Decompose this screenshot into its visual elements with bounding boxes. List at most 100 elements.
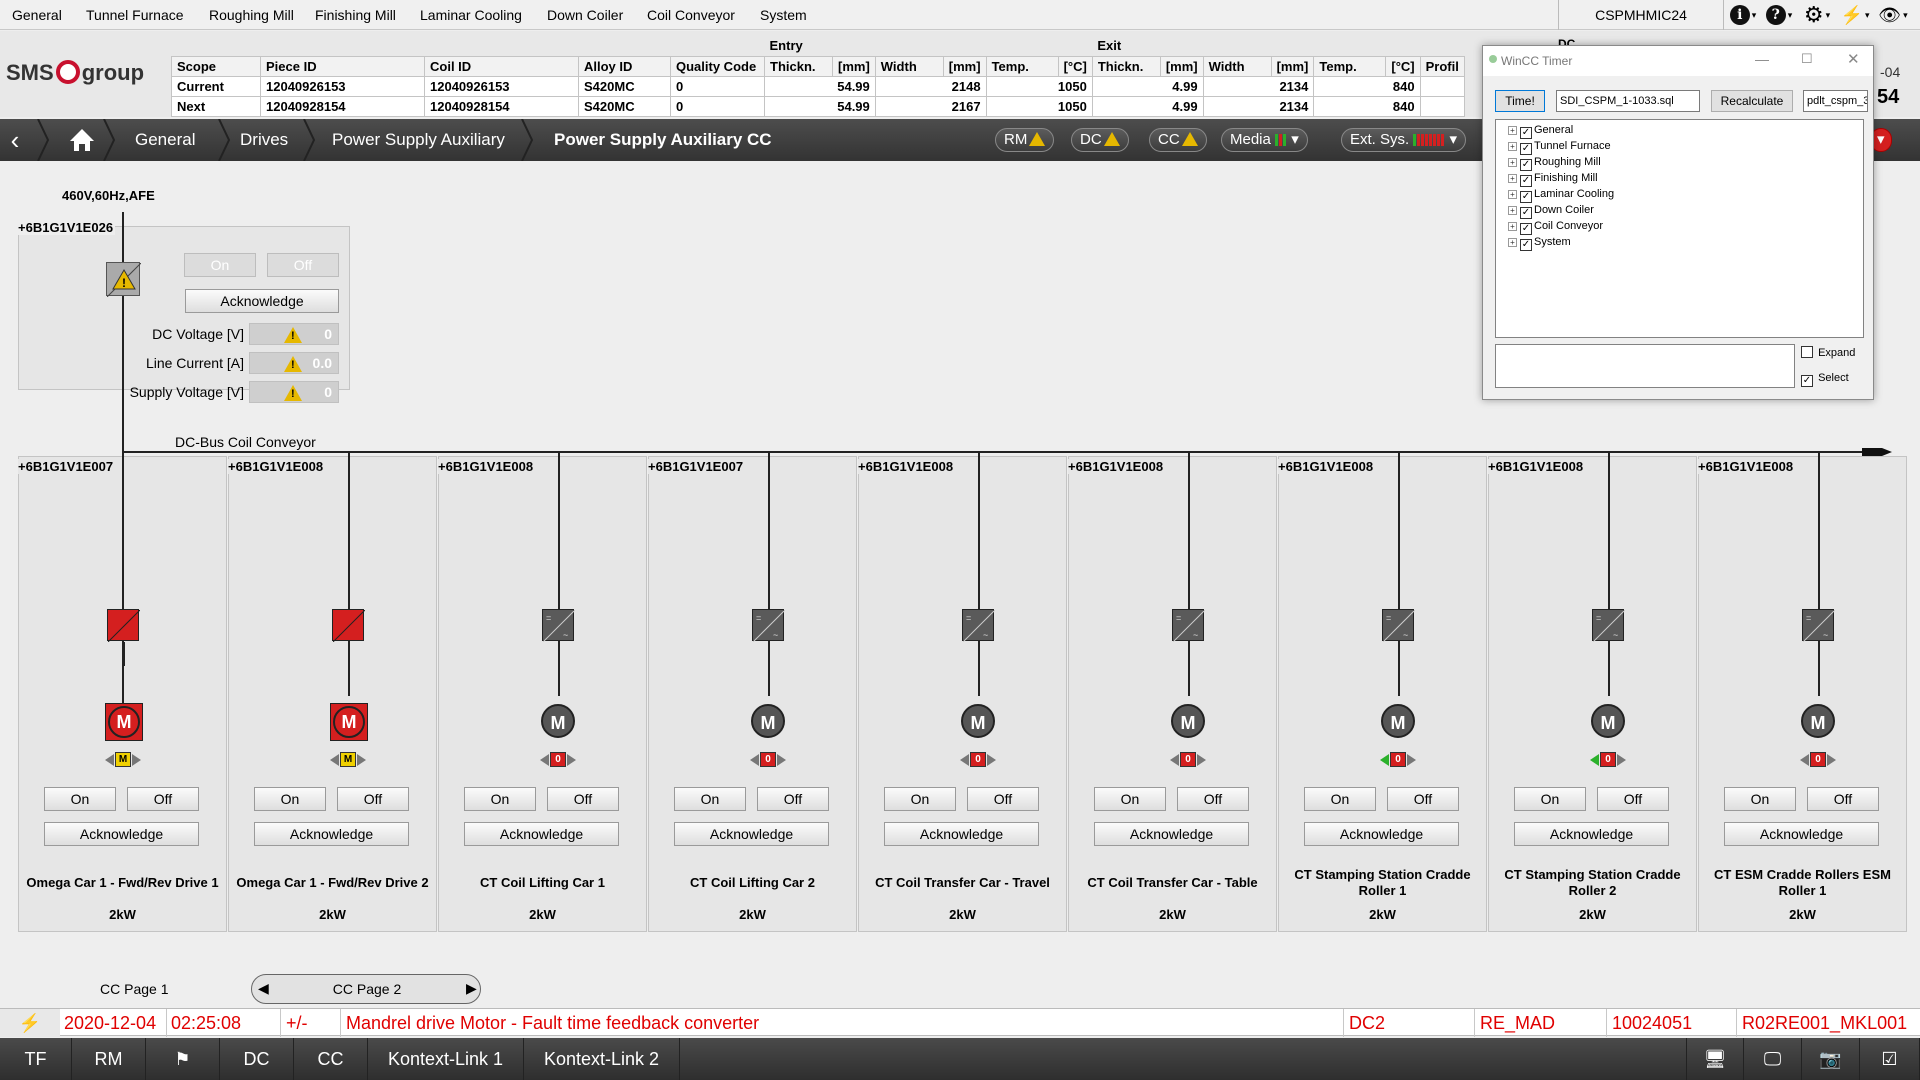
menu-finishing-mill[interactable]: Finishing Mill	[315, 7, 396, 23]
kontext-link-1-button[interactable]: Kontext-Link 1	[368, 1038, 524, 1080]
drive-off-button[interactable]: Off	[967, 787, 1039, 811]
help-icon[interactable]: ? ▾	[1762, 3, 1796, 27]
ext-sys-status-pill[interactable]: Ext. Sys. ▾	[1341, 128, 1467, 152]
flag-icon[interactable]: ⚑	[146, 1038, 220, 1080]
menu-tunnel-furnace[interactable]: Tunnel Furnace	[86, 7, 184, 23]
supply-acknowledge-button[interactable]: Acknowledge	[185, 289, 339, 313]
maximize-icon[interactable]: ☐	[1801, 51, 1813, 67]
drive-off-button[interactable]: Off	[1597, 787, 1669, 811]
drive-on-button[interactable]: On	[44, 787, 116, 811]
sql-file-input[interactable]: SDI_CSPM_1-1033.sql	[1556, 90, 1700, 112]
expand-plus-icon[interactable]: +	[1508, 206, 1517, 215]
expand-plus-icon[interactable]: +	[1508, 174, 1517, 183]
home-icon[interactable]	[62, 119, 102, 161]
recalculate-button[interactable]: Recalculate	[1711, 90, 1793, 112]
expand-plus-icon[interactable]: +	[1508, 190, 1517, 199]
tree-item[interactable]: + ✓ Tunnel Furnace	[1508, 139, 1611, 155]
tree-checkbox[interactable]: ✓	[1520, 175, 1532, 187]
screen-layout-icon[interactable]: 🖥	[1686, 1038, 1744, 1080]
menu-coil-conveyor[interactable]: Coil Conveyor	[647, 7, 735, 23]
drive-on-button[interactable]: On	[1304, 787, 1376, 811]
eye-icon[interactable]: 👁 ▾	[1876, 3, 1910, 27]
tree-item[interactable]: + ✓ General	[1508, 123, 1573, 139]
drive-acknowledge-button[interactable]: Acknowledge	[1724, 822, 1879, 846]
tree-item[interactable]: + ✓ Finishing Mill	[1508, 171, 1598, 187]
tree-item[interactable]: + ✓ Roughing Mill	[1508, 155, 1601, 171]
expand-plus-icon[interactable]: +	[1508, 158, 1517, 167]
monitor-select-icon[interactable]: 🖵	[1744, 1038, 1802, 1080]
alarm-line[interactable]: ⚡ 2020-12-04 02:25:08 +/- Mandrel drive …	[0, 1008, 1920, 1037]
page-next-arrow-icon[interactable]: ▶	[466, 980, 477, 997]
menu-laminar-cooling[interactable]: Laminar Cooling	[420, 7, 522, 23]
lightning-icon[interactable]: ⚡ ▾	[1838, 3, 1872, 27]
result-textbox[interactable]	[1495, 344, 1795, 388]
bottom-rm-button[interactable]: RM	[72, 1038, 146, 1080]
bottom-dc-button[interactable]: DC	[220, 1038, 294, 1080]
drive-on-button[interactable]: On	[1724, 787, 1796, 811]
tree-checkbox[interactable]: ✓	[1520, 159, 1532, 171]
expand-plus-icon[interactable]: +	[1508, 126, 1517, 135]
tree-checkbox[interactable]: ✓	[1520, 143, 1532, 155]
expand-plus-icon[interactable]: +	[1508, 142, 1517, 151]
drive-on-button[interactable]: On	[1094, 787, 1166, 811]
tree-item[interactable]: + ✓ Coil Conveyor	[1508, 219, 1603, 235]
drive-off-button[interactable]: Off	[1807, 787, 1879, 811]
drive-on-button[interactable]: On	[1514, 787, 1586, 811]
bottom-cc-button[interactable]: CC	[294, 1038, 368, 1080]
crumb-drives[interactable]: Drives	[240, 130, 288, 150]
drive-off-button[interactable]: Off	[1177, 787, 1249, 811]
minimize-icon[interactable]: —	[1755, 51, 1769, 67]
menu-down-coiler[interactable]: Down Coiler	[547, 7, 623, 23]
drive-off-button[interactable]: Off	[1387, 787, 1459, 811]
menu-general[interactable]: General	[12, 7, 62, 23]
tree-checkbox[interactable]: ✓	[1520, 207, 1532, 219]
drive-acknowledge-button[interactable]: Acknowledge	[674, 822, 829, 846]
kontext-link-2-button[interactable]: Kontext-Link 2	[524, 1038, 680, 1080]
drive-on-button[interactable]: On	[254, 787, 326, 811]
drive-acknowledge-button[interactable]: Acknowledge	[464, 822, 619, 846]
drive-acknowledge-button[interactable]: Acknowledge	[1304, 822, 1459, 846]
tree-item[interactable]: + ✓ Laminar Cooling	[1508, 187, 1614, 203]
drive-acknowledge-button[interactable]: Acknowledge	[1514, 822, 1669, 846]
expand-plus-icon[interactable]: +	[1508, 222, 1517, 231]
drive-on-button[interactable]: On	[884, 787, 956, 811]
rm-status-pill[interactable]: RM	[995, 128, 1055, 152]
drive-acknowledge-button[interactable]: Acknowledge	[44, 822, 199, 846]
crumb-general[interactable]: General	[135, 130, 195, 150]
tree-checkbox[interactable]: ✓	[1520, 223, 1532, 235]
drive-off-button[interactable]: Off	[757, 787, 829, 811]
info-icon[interactable]: i ▾	[1726, 3, 1760, 27]
camera-icon[interactable]: 📷	[1802, 1038, 1860, 1080]
tree-checkbox[interactable]: ✓	[1520, 239, 1532, 251]
menu-roughing-mill[interactable]: Roughing Mill	[209, 7, 294, 23]
select-checkbox[interactable]: ✓ Select	[1801, 372, 1849, 387]
drive-acknowledge-button[interactable]: Acknowledge	[1094, 822, 1249, 846]
drive-acknowledge-button[interactable]: Acknowledge	[884, 822, 1039, 846]
drive-on-button[interactable]: On	[674, 787, 746, 811]
area-tree-view[interactable]: + ✓ General + ✓ Tunnel Furnace + ✓ Roughing Mill…	[1495, 119, 1864, 338]
page-link-cc-page-1[interactable]: CC Page 1	[100, 981, 168, 997]
tree-checkbox[interactable]: ✓	[1520, 191, 1532, 203]
crumb-power-supply-auxiliary[interactable]: Power Supply Auxiliary	[332, 130, 505, 150]
checklist-icon[interactable]: ☑	[1860, 1038, 1920, 1080]
time-button[interactable]: Time!	[1495, 90, 1545, 112]
dc-status-pill[interactable]: DC	[1071, 128, 1129, 152]
alarm-lightning-icon[interactable]: ⚡	[0, 1009, 60, 1037]
cc-status-pill[interactable]: CC	[1149, 128, 1207, 152]
menu-system[interactable]: System	[760, 7, 807, 23]
tree-item[interactable]: + ✓ Down Coiler	[1508, 203, 1594, 219]
expand-checkbox[interactable]: Expand	[1801, 346, 1855, 359]
tree-checkbox[interactable]: ✓	[1520, 127, 1532, 139]
drive-off-button[interactable]: Off	[337, 787, 409, 811]
bottom-tf-button[interactable]: TF	[0, 1038, 72, 1080]
gear-icon[interactable]: ⚙ ▾	[1800, 2, 1834, 27]
supply-on-button[interactable]: On	[184, 253, 256, 277]
back-arrow-icon[interactable]: ‹	[0, 119, 30, 161]
tree-item[interactable]: + ✓ System	[1508, 235, 1571, 251]
expand-plus-icon[interactable]: +	[1508, 238, 1517, 247]
media-status-pill[interactable]: Media ▾	[1221, 128, 1308, 152]
close-icon[interactable]: ✕	[1847, 50, 1860, 68]
drive-on-button[interactable]: On	[464, 787, 536, 811]
database-input[interactable]: pdlt_cspm_3	[1803, 90, 1868, 112]
drive-off-button[interactable]: Off	[547, 787, 619, 811]
